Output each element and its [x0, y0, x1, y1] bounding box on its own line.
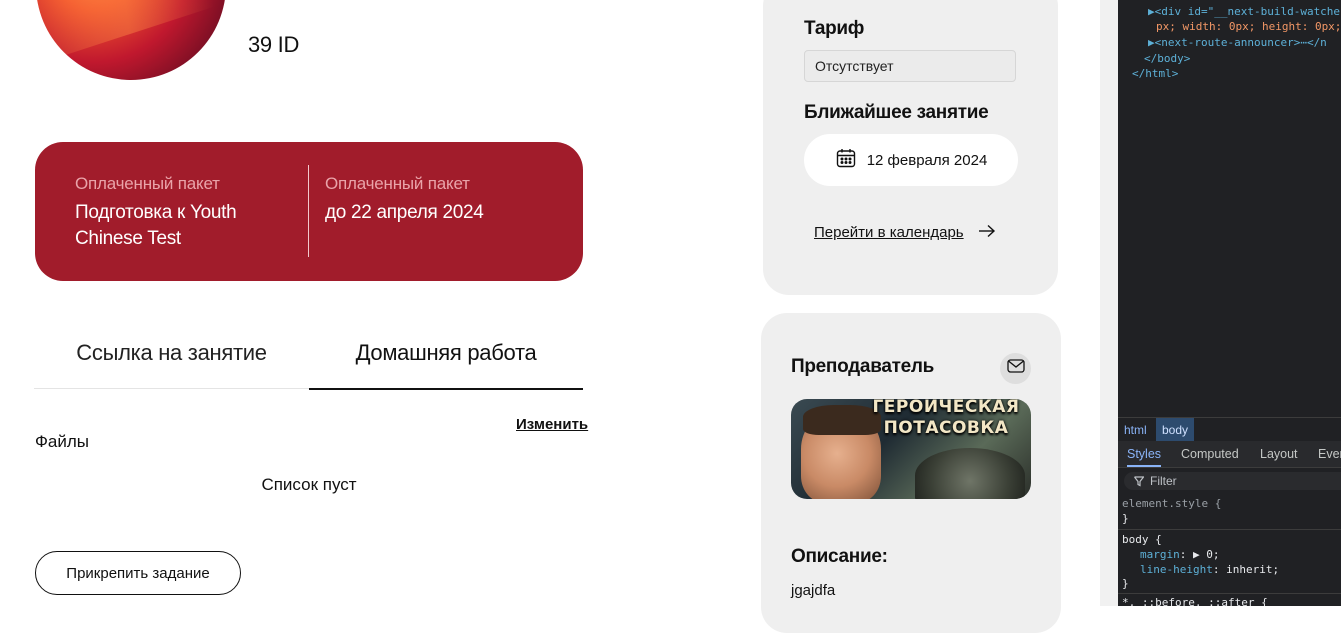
devtools-panel: ▶<div id="__next-build-watche px; width:… [1118, 0, 1341, 606]
arrow-right-icon [978, 222, 996, 243]
tariff-field: Отсутствует [804, 50, 1016, 82]
package-name-label: Оплаченный пакет [75, 174, 220, 193]
description-label: Описание: [791, 546, 888, 567]
filter-icon [1134, 472, 1145, 495]
tab-event-listeners[interactable]: Even [1318, 441, 1341, 467]
next-lesson-label: Ближайшее занятие [804, 102, 989, 123]
rule-separator [1118, 593, 1341, 594]
code-line[interactable]: ▶<next-route-announcer>⋯</n [1148, 36, 1327, 49]
next-lesson-date: 12 февраля 2024 [804, 134, 1018, 186]
calendar-link[interactable]: Перейти в календарь [814, 222, 996, 243]
package-name-value: Подготовка к Youth Chinese Test [75, 202, 237, 249]
style-rule-close: } [1122, 577, 1129, 590]
style-rule-selector: element.style { [1122, 497, 1222, 510]
calendar-icon [835, 147, 857, 173]
avatar [36, 0, 226, 80]
package-expiry-label: Оплаченный пакет [325, 174, 470, 193]
tariff-label: Тариф [804, 18, 865, 39]
package-divider [308, 165, 309, 257]
tab-homework[interactable]: Домашняя работа [309, 340, 583, 390]
style-rule-selector: *, ::before, ::after { [1122, 596, 1268, 606]
page-scrollbar-gutter [1100, 0, 1118, 606]
code-line[interactable]: </body> [1144, 52, 1190, 65]
style-declaration[interactable]: margin: ▶ 0; [1140, 548, 1220, 561]
calendar-link-label[interactable]: Перейти в календарь [814, 224, 964, 241]
photo-banner-line2: ПОТАСОВКА [883, 418, 1009, 438]
edit-link[interactable]: Изменить [516, 416, 588, 433]
photo-banner-line1: ГЕРОИЧЕСКАЯ [872, 399, 1020, 417]
style-rule-close: } [1122, 512, 1129, 525]
filter-placeholder: Filter [1150, 474, 1177, 488]
style-rule-selector: body { [1122, 533, 1162, 546]
teacher-photo: ГЕРОИЧЕСКАЯ ПОТАСОВКА [791, 399, 1031, 499]
package-name-block: Оплаченный пакет Подготовка к Youth Chin… [75, 174, 305, 252]
user-id: 39 ID [248, 32, 300, 57]
teacher-title: Преподаватель [791, 356, 935, 377]
code-line[interactable]: ▶<div id="__next-build-watche [1148, 5, 1340, 18]
tab-styles[interactable]: Styles [1127, 441, 1162, 467]
breadcrumb-body[interactable]: body [1156, 418, 1195, 442]
tab-lesson-link[interactable]: Ссылка на занятие [34, 340, 309, 389]
breadcrumb-html[interactable]: html [1118, 418, 1153, 442]
styles-filter-input[interactable]: Filter [1124, 472, 1341, 490]
code-line: px; width: 0px; height: 0px; [1156, 20, 1341, 33]
mail-button[interactable] [1000, 353, 1031, 384]
breadcrumb: html body [1118, 417, 1341, 442]
attach-task-button[interactable]: Прикрепить задание [35, 551, 241, 595]
paid-package-card: Оплаченный пакет Подготовка к Youth Chin… [35, 142, 583, 281]
tab-layout[interactable]: Layout [1260, 441, 1298, 467]
next-lesson-date-text: 12 февраля 2024 [866, 151, 988, 169]
mail-icon [1006, 359, 1025, 378]
package-expiry-value: до 22 апреля 2024 [325, 202, 484, 223]
description-text: jgajdfa [791, 582, 836, 599]
style-declaration[interactable]: line-height: inherit; [1140, 563, 1279, 576]
code-line[interactable]: </html> [1132, 67, 1178, 80]
photo-banner: ГЕРОИЧЕСКАЯ ПОТАСОВКА [861, 399, 1031, 439]
photo-background-figure [915, 448, 1025, 499]
empty-list-message: Список пуст [261, 475, 357, 494]
files-title: Файлы [35, 432, 90, 451]
package-expiry-block: Оплаченный пакет до 22 апреля 2024 [325, 174, 565, 226]
tab-computed[interactable]: Computed [1181, 441, 1239, 467]
devtools-tabs: Styles Computed Layout Even [1118, 441, 1341, 468]
rule-separator [1118, 529, 1341, 530]
